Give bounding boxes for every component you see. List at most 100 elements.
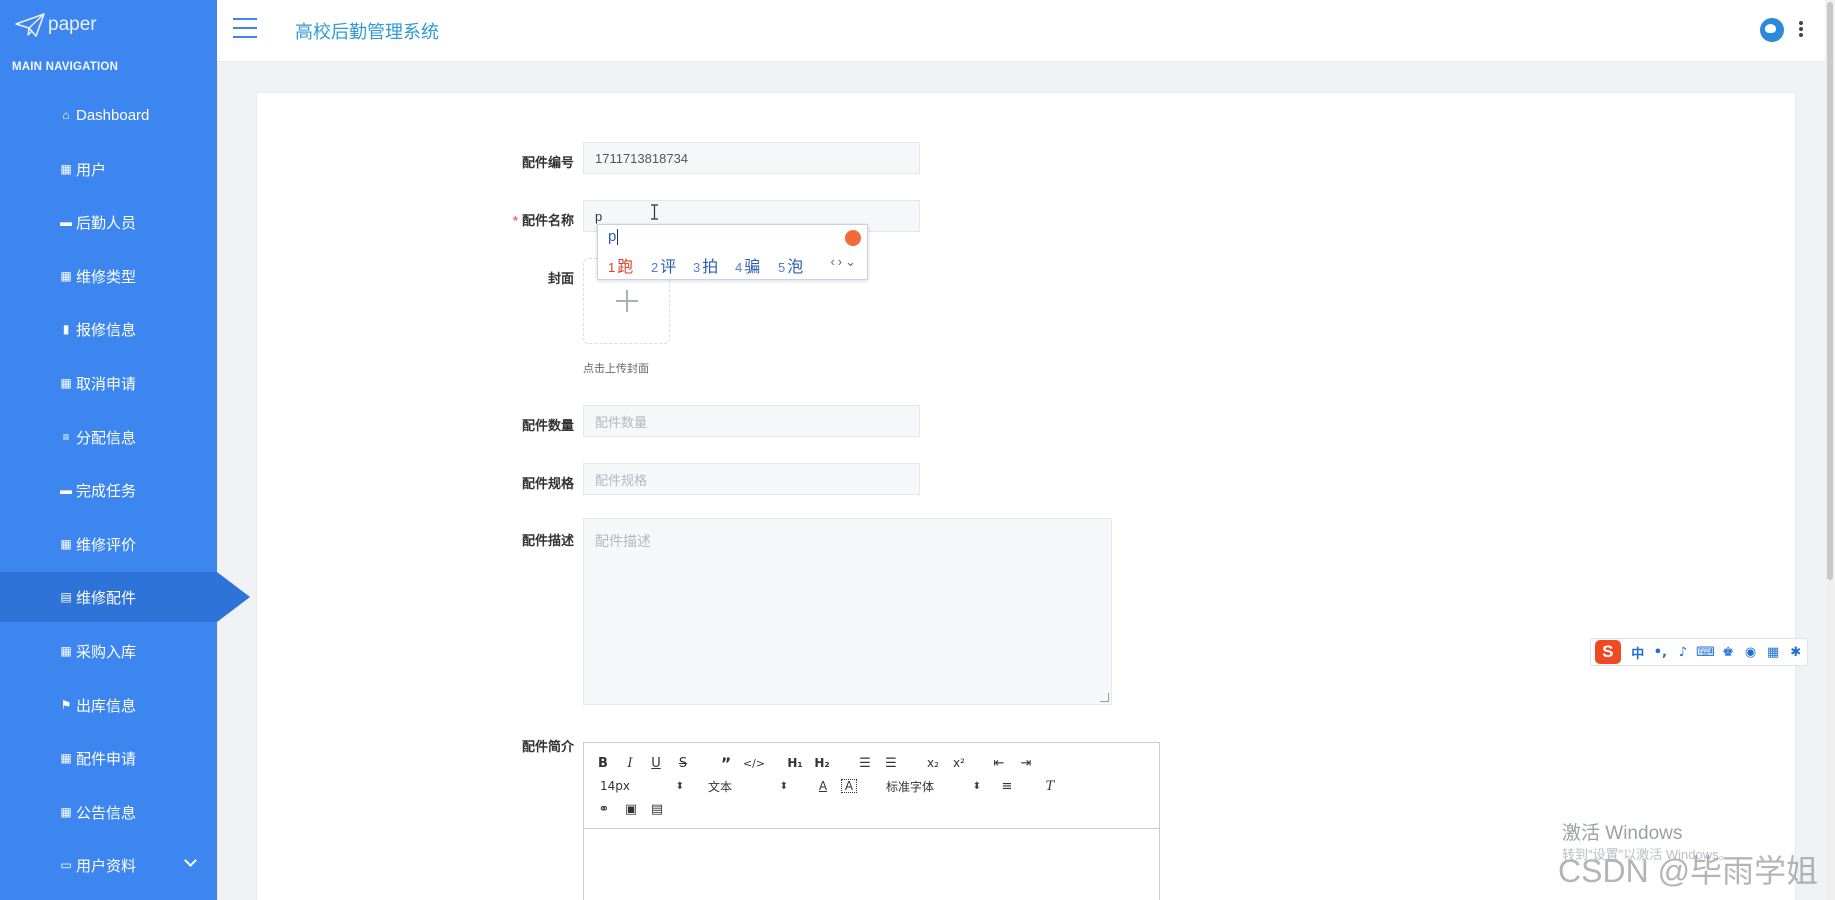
top-header: 高校后勤管理系统	[217, 0, 1825, 62]
skin-shirt-icon[interactable]: ♚	[1717, 645, 1740, 660]
ime-candidate[interactable]: 4骗	[735, 253, 760, 277]
font-color-icon[interactable]: A	[815, 776, 831, 796]
plus-icon	[615, 290, 638, 312]
sidebar-item[interactable]: ▤ 维修配件	[0, 572, 250, 622]
sidebar-item[interactable]: ▦ 采购入库	[0, 626, 217, 676]
text-cursor-icon	[651, 204, 658, 220]
sidebar-item[interactable]: ▬ 后勤人员	[0, 197, 217, 247]
toolbox-icon[interactable]: ▦	[1762, 645, 1785, 660]
sidebar-item[interactable]: ▦ 公告信息	[0, 787, 217, 837]
home-icon: ⌂	[62, 108, 70, 122]
clipboard-icon: ▤	[60, 590, 72, 604]
part-name-label-text: 配件名称	[521, 213, 574, 228]
folder-icon: ▭	[60, 858, 72, 872]
sidebar-item[interactable]: ▦ 配件申请	[0, 733, 217, 783]
grid-icon: ▦	[60, 805, 72, 819]
sidebar-item[interactable]: ▮ 报修信息	[0, 304, 217, 354]
quantity-input[interactable]: 配件数量	[583, 405, 920, 437]
part-no-label: 配件编号	[521, 155, 574, 170]
grid-icon: ▦	[60, 376, 72, 390]
ime-candidate[interactable]: 2评	[651, 253, 676, 277]
link-icon[interactable]: ⚭	[596, 799, 612, 819]
blockquote-icon[interactable]: ”	[718, 753, 734, 773]
grid-icon: ▦	[60, 644, 72, 658]
part-no-input[interactable]: 1711713818734	[583, 142, 920, 174]
sidebar-item[interactable]: ▦ 维修类型	[0, 251, 217, 301]
background-color-icon[interactable]: A	[841, 779, 857, 793]
heading-2-icon[interactable]: H₂	[813, 753, 831, 773]
microphone-icon[interactable]: ♪	[1672, 645, 1695, 660]
spec-input[interactable]: 配件规格	[583, 463, 920, 495]
image-icon[interactable]: ▣	[623, 799, 639, 819]
sidebar-item[interactable]: ▭ 用户资料	[0, 840, 217, 890]
sidebar-item[interactable]: ⚑ 出库信息	[0, 680, 217, 730]
font-family-select[interactable]: 标准字体	[886, 776, 981, 796]
sidebar-item[interactable]: ▦ 取消申请	[0, 358, 217, 408]
strikethrough-icon[interactable]: S	[676, 753, 690, 773]
user-avatar[interactable]	[1760, 18, 1784, 42]
code-block-icon[interactable]: </>	[743, 753, 765, 773]
spec-label: 配件规格	[521, 476, 574, 491]
sidebar-item-label: Dashboard	[76, 106, 150, 124]
sidebar-item-label: 配件申请	[76, 750, 137, 768]
chevron-down-icon[interactable]	[184, 854, 197, 867]
video-icon[interactable]: ▤	[649, 799, 665, 819]
sidebar-item-label: 用户资料	[76, 857, 137, 875]
superscript-icon[interactable]: x²	[950, 753, 968, 773]
candidate-text: 泡	[787, 259, 804, 276]
font-size-select[interactable]: 14px	[600, 776, 684, 796]
candidate-number: 4	[735, 260, 743, 275]
heading-1-icon[interactable]: H₁	[786, 753, 804, 773]
italic-icon[interactable]: I	[623, 753, 637, 773]
ordered-list-icon[interactable]: ☰	[857, 753, 873, 773]
sogou-logo-icon[interactable]: S	[1595, 640, 1621, 664]
ime-candidate[interactable]: 5泡	[778, 253, 803, 277]
ime-page-nav-icon[interactable]: ‹›⌄	[830, 254, 859, 270]
sidebar-item-label: 出库信息	[76, 697, 137, 715]
sidebar-item[interactable]: ≡ 分配信息	[0, 412, 217, 462]
ime-candidate[interactable]: 3拍	[693, 253, 718, 277]
sidebar-item[interactable]: ▬ 完成任务	[0, 465, 217, 515]
sidebar-item[interactable]: ⌂ Dashboard	[0, 90, 217, 140]
ime-mode-toggle[interactable]: 中	[1627, 643, 1650, 662]
candidate-number: 3	[693, 260, 701, 275]
underline-icon[interactable]: U	[649, 753, 663, 773]
ime-candidate[interactable]: 1跑	[608, 253, 633, 277]
keyboard-icon[interactable]: ⌨	[1694, 645, 1717, 660]
bold-icon[interactable]: B	[596, 753, 610, 773]
paragraph-select[interactable]: 文本	[708, 776, 788, 796]
indent-icon[interactable]: ⇥	[1018, 753, 1034, 773]
page-scrollbar[interactable]	[1825, 0, 1835, 900]
punctuation-toggle[interactable]: •,	[1649, 645, 1672, 660]
clear-format-icon[interactable]: T	[1042, 776, 1058, 796]
sidebar-item[interactable]: ▦ 维修评价	[0, 519, 217, 569]
rich-text-editor[interactable]: B I U S ” </> H₁ H₂ ☰ ☰ x₂ x² ⇤ ⇥ 14px 文…	[583, 742, 1160, 900]
candidate-text: 拍	[702, 259, 719, 276]
settings-gear-icon[interactable]: ✱	[1784, 645, 1807, 660]
sidebar-item-label: 完成任务	[76, 482, 137, 500]
sidebar-item-label: 维修类型	[76, 268, 137, 286]
sogou-ime-toolbar: S 中 •, ♪ ⌨ ♚ ◉ ▦ ✱	[1590, 638, 1808, 666]
more-options-icon[interactable]	[1799, 21, 1803, 37]
candidate-number: 2	[651, 260, 659, 275]
part-name-label: * 配件名称	[484, 210, 574, 229]
sidebar-item-label: 报修信息	[76, 321, 137, 339]
scrollbar-thumb[interactable]	[1827, 2, 1833, 580]
system-title: 高校后勤管理系统	[295, 22, 439, 42]
app-logo[interactable]: paper	[14, 10, 97, 40]
menu-toggle-icon[interactable]	[233, 18, 257, 38]
outdent-icon[interactable]: ⇤	[991, 753, 1007, 773]
candidate-text: 骗	[744, 259, 761, 276]
gamepad-icon[interactable]: ◉	[1739, 645, 1762, 660]
grid-icon: ▦	[60, 269, 72, 283]
align-icon[interactable]: ≡	[999, 776, 1015, 796]
sogou-mascot-icon	[845, 230, 861, 246]
bullet-list-icon[interactable]: ☰	[883, 753, 899, 773]
editor-toolbar: B I U S ” </> H₁ H₂ ☰ ☰ x₂ x² ⇤ ⇥ 14px 文…	[584, 743, 1159, 829]
sidebar-item[interactable]: ▦ 用户	[0, 144, 217, 194]
windows-activation-watermark: 激活 Windows	[1562, 823, 1683, 844]
sidebar-item-label: 分配信息	[76, 429, 137, 447]
candidate-number: 1	[608, 260, 616, 275]
description-textarea[interactable]: 配件描述	[583, 518, 1112, 705]
subscript-icon[interactable]: x₂	[924, 753, 942, 773]
